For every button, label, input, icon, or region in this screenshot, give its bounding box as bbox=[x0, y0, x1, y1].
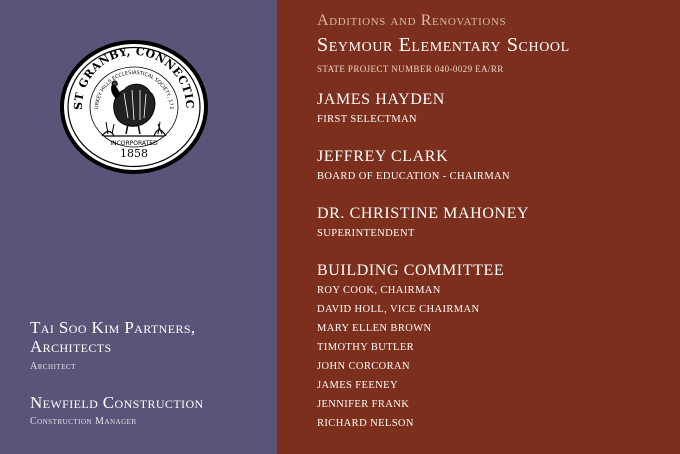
architect-role: Architect bbox=[30, 361, 76, 372]
official-name: James Hayden bbox=[317, 91, 445, 108]
committee-member: Richard Nelson bbox=[317, 418, 414, 429]
contractor-role: Construction Manager bbox=[30, 416, 137, 427]
committee-member: James Feeney bbox=[317, 380, 398, 391]
architect-name: Tai Soo Kim Partners, Architects bbox=[30, 318, 196, 356]
committee-member: Roy Cook, Chairman bbox=[317, 285, 441, 296]
committee-member: Jennifer Frank bbox=[317, 399, 410, 410]
project-subtitle: Additions and Renovations bbox=[317, 12, 507, 29]
committee-member: John Corcoran bbox=[317, 361, 411, 372]
seal-incorporated-label: INCORPORATED bbox=[110, 140, 158, 147]
committee-member: Mary Ellen Brown bbox=[317, 323, 432, 334]
contractor-name: Newfield Construction bbox=[30, 393, 204, 412]
school-title: Seymour Elementary School bbox=[317, 34, 570, 56]
project-number: State Project number 040-0029 EA/RR bbox=[317, 64, 504, 74]
official-name: Dr. Christine Mahoney bbox=[317, 205, 530, 222]
official-role: Superintendent bbox=[317, 228, 415, 239]
official-role: First Selectman bbox=[317, 114, 418, 125]
official-role: Board of Education - Chairman bbox=[317, 171, 511, 182]
seal-incorporated-year: 1858 bbox=[120, 147, 148, 160]
committee-heading: Building Committee bbox=[317, 262, 505, 279]
committee-member: Timothy Butler bbox=[317, 342, 415, 353]
committee-member: David Holl, Vice Chairman bbox=[317, 304, 480, 315]
town-seal-icon: EAST GRANBY, CONNECTICUT TURKEY HILLS EC… bbox=[58, 38, 208, 174]
official-name: Jeffrey Clark bbox=[317, 148, 449, 165]
